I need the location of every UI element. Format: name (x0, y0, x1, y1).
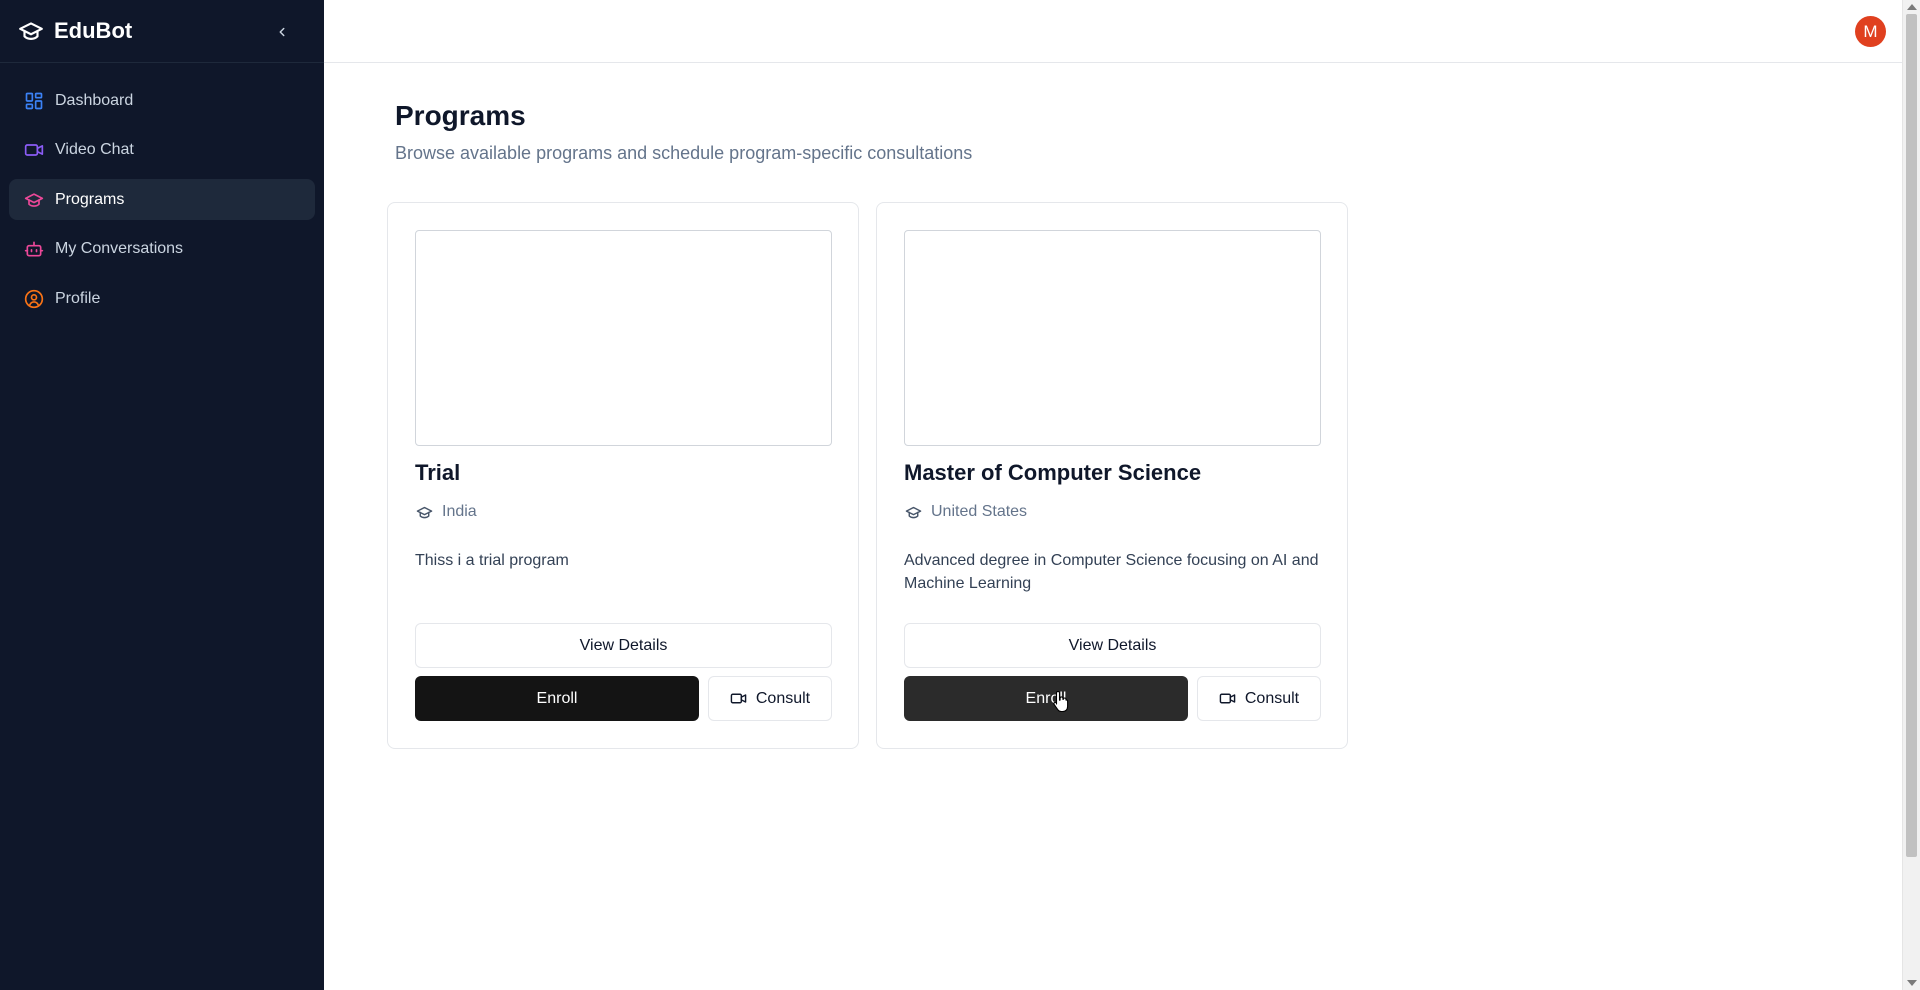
graduation-cap-icon (23, 189, 45, 211)
program-image (904, 230, 1321, 446)
sidebar-item-video-chat[interactable]: Video Chat (9, 130, 315, 171)
video-icon (23, 139, 45, 161)
user-circle-icon (23, 288, 45, 310)
program-image (415, 230, 832, 446)
video-icon (1219, 690, 1237, 708)
bot-icon (23, 238, 45, 260)
user-avatar[interactable]: M (1855, 16, 1886, 47)
enroll-button[interactable]: Enroll (415, 676, 699, 721)
program-location-text: India (442, 503, 477, 520)
consult-label: Consult (1244, 689, 1300, 707)
scroll-up-arrow-icon[interactable] (1907, 4, 1917, 10)
enroll-button[interactable]: Enroll (904, 676, 1188, 721)
sidebar-nav: Dashboard Video Chat Programs My Convers… (9, 80, 315, 328)
consult-button[interactable]: Consult (1197, 676, 1321, 721)
page-subtitle: Browse available programs and schedule p… (395, 143, 973, 163)
program-card: Trial India Thiss i a trial program View… (387, 202, 859, 749)
chevron-left-icon (279, 27, 285, 37)
sidebar-item-programs[interactable]: Programs (9, 179, 315, 220)
graduation-cap-icon (904, 503, 922, 521)
program-title: Trial (415, 460, 461, 485)
view-details-button[interactable]: View Details (415, 623, 832, 668)
sidebar-item-label: Programs (55, 190, 125, 208)
sidebar-item-label: Dashboard (55, 91, 134, 109)
page-title: Programs (395, 100, 526, 131)
consult-label: Consult (755, 689, 811, 707)
graduation-cap-icon (18, 18, 44, 44)
program-card: Master of Computer Science United States… (876, 202, 1348, 749)
brand-name: EduBot (54, 18, 133, 43)
brand: EduBot (0, 0, 324, 63)
program-location-text: United States (931, 503, 1028, 520)
dashboard-icon (23, 90, 45, 112)
program-title: Master of Computer Science (904, 460, 1202, 485)
vertical-scrollbar[interactable] (1902, 0, 1920, 990)
scrollbar-thumb[interactable] (1906, 14, 1917, 857)
program-description: Thiss i a trial program (415, 552, 569, 569)
consult-button[interactable]: Consult (708, 676, 832, 721)
sidebar-item-my-conversations[interactable]: My Conversations (9, 229, 315, 270)
sidebar-item-profile[interactable]: Profile (9, 278, 315, 319)
view-details-button[interactable]: View Details (904, 623, 1321, 668)
collapse-sidebar-button[interactable] (270, 20, 294, 44)
top-bar: M (324, 0, 1902, 63)
video-icon (730, 690, 748, 708)
sidebar-item-dashboard[interactable]: Dashboard (9, 80, 315, 121)
graduation-cap-icon (415, 503, 433, 521)
program-description: Advanced degree in Computer Science focu… (904, 552, 1319, 592)
sidebar-item-label: My Conversations (55, 240, 184, 257)
sidebar: EduBot Dashboard Video Chat Programs My … (0, 0, 324, 990)
hand-cursor-icon (1053, 690, 1069, 712)
program-location: United States (904, 501, 1027, 523)
sidebar-item-label: Profile (55, 289, 101, 307)
sidebar-item-label: Video Chat (55, 141, 134, 158)
program-location: India (415, 501, 477, 523)
scroll-down-arrow-icon[interactable] (1907, 980, 1917, 986)
